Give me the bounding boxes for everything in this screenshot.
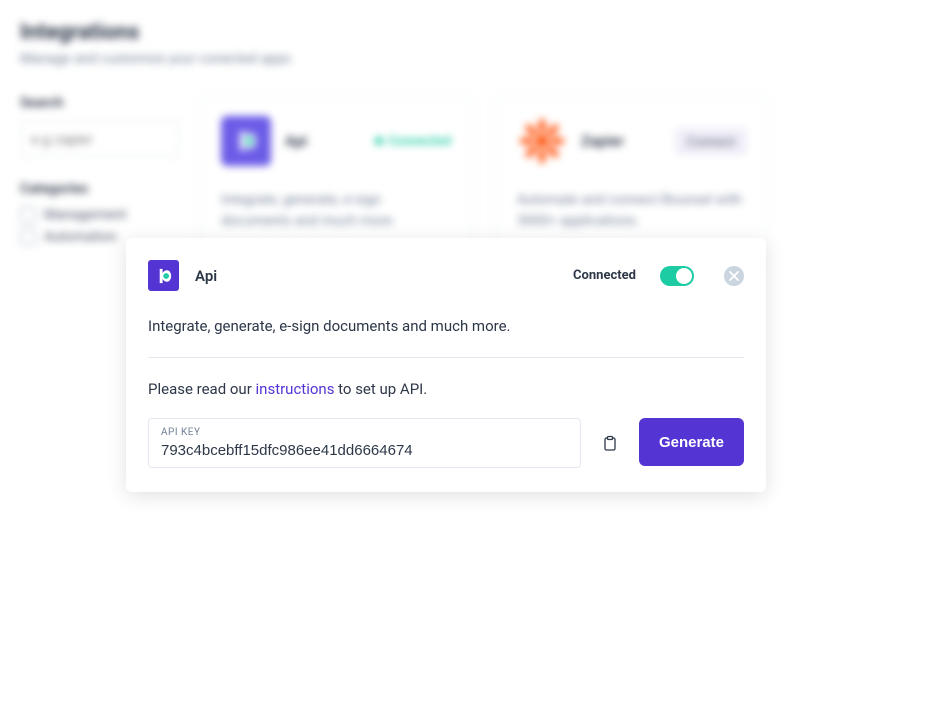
page-title: Integrations: [20, 20, 907, 45]
card-description: Integrate, generate, e-sign documents an…: [221, 190, 451, 232]
card-title: Zapier: [581, 132, 661, 150]
search-input[interactable]: [20, 121, 180, 157]
modal-title: Api: [195, 267, 557, 285]
category-label: Management: [44, 207, 126, 223]
connected-label: Connected: [573, 268, 636, 283]
connection-toggle[interactable]: [660, 266, 694, 286]
toggle-knob-icon: [676, 268, 692, 284]
category-label: Automation: [44, 229, 117, 245]
status-text: Connected: [388, 134, 451, 149]
status-dot-icon: [375, 137, 383, 145]
api-modal: Api Connected Integrate, generate, e-sig…: [126, 238, 766, 492]
card-description: Automate and connect Bounsel with 3000+ …: [517, 190, 747, 232]
category-item-management[interactable]: Management: [20, 207, 180, 223]
checkbox-icon[interactable]: [20, 207, 36, 223]
api-key-input[interactable]: [161, 442, 568, 459]
checkbox-icon[interactable]: [20, 229, 36, 245]
connect-button[interactable]: Connect: [675, 128, 747, 155]
search-label: Search: [20, 95, 180, 111]
divider: [148, 357, 744, 358]
zapier-icon: [517, 116, 567, 166]
instructions-link[interactable]: instructions: [256, 380, 335, 398]
bounsel-icon: [221, 116, 271, 166]
api-key-label: API KEY: [161, 427, 568, 438]
instructions-prefix: Please read our: [148, 380, 256, 398]
close-icon: [729, 271, 739, 281]
modal-instructions: Please read our instructions to set up A…: [148, 380, 744, 398]
close-button[interactable]: [724, 266, 744, 286]
clipboard-icon: [602, 435, 618, 451]
copy-button[interactable]: [595, 418, 625, 468]
generate-button[interactable]: Generate: [639, 418, 744, 466]
page-subtitle: Manage and customize your conected apps: [20, 51, 907, 67]
instructions-suffix: to set up API.: [334, 380, 427, 398]
categories-label: Categories: [20, 181, 180, 197]
card-title: Api: [285, 132, 361, 150]
modal-description: Integrate, generate, e-sign documents an…: [148, 317, 744, 335]
bounsel-icon: [148, 260, 179, 291]
api-key-field-wrap: API KEY: [148, 418, 581, 468]
status-badge: Connected: [375, 134, 451, 149]
